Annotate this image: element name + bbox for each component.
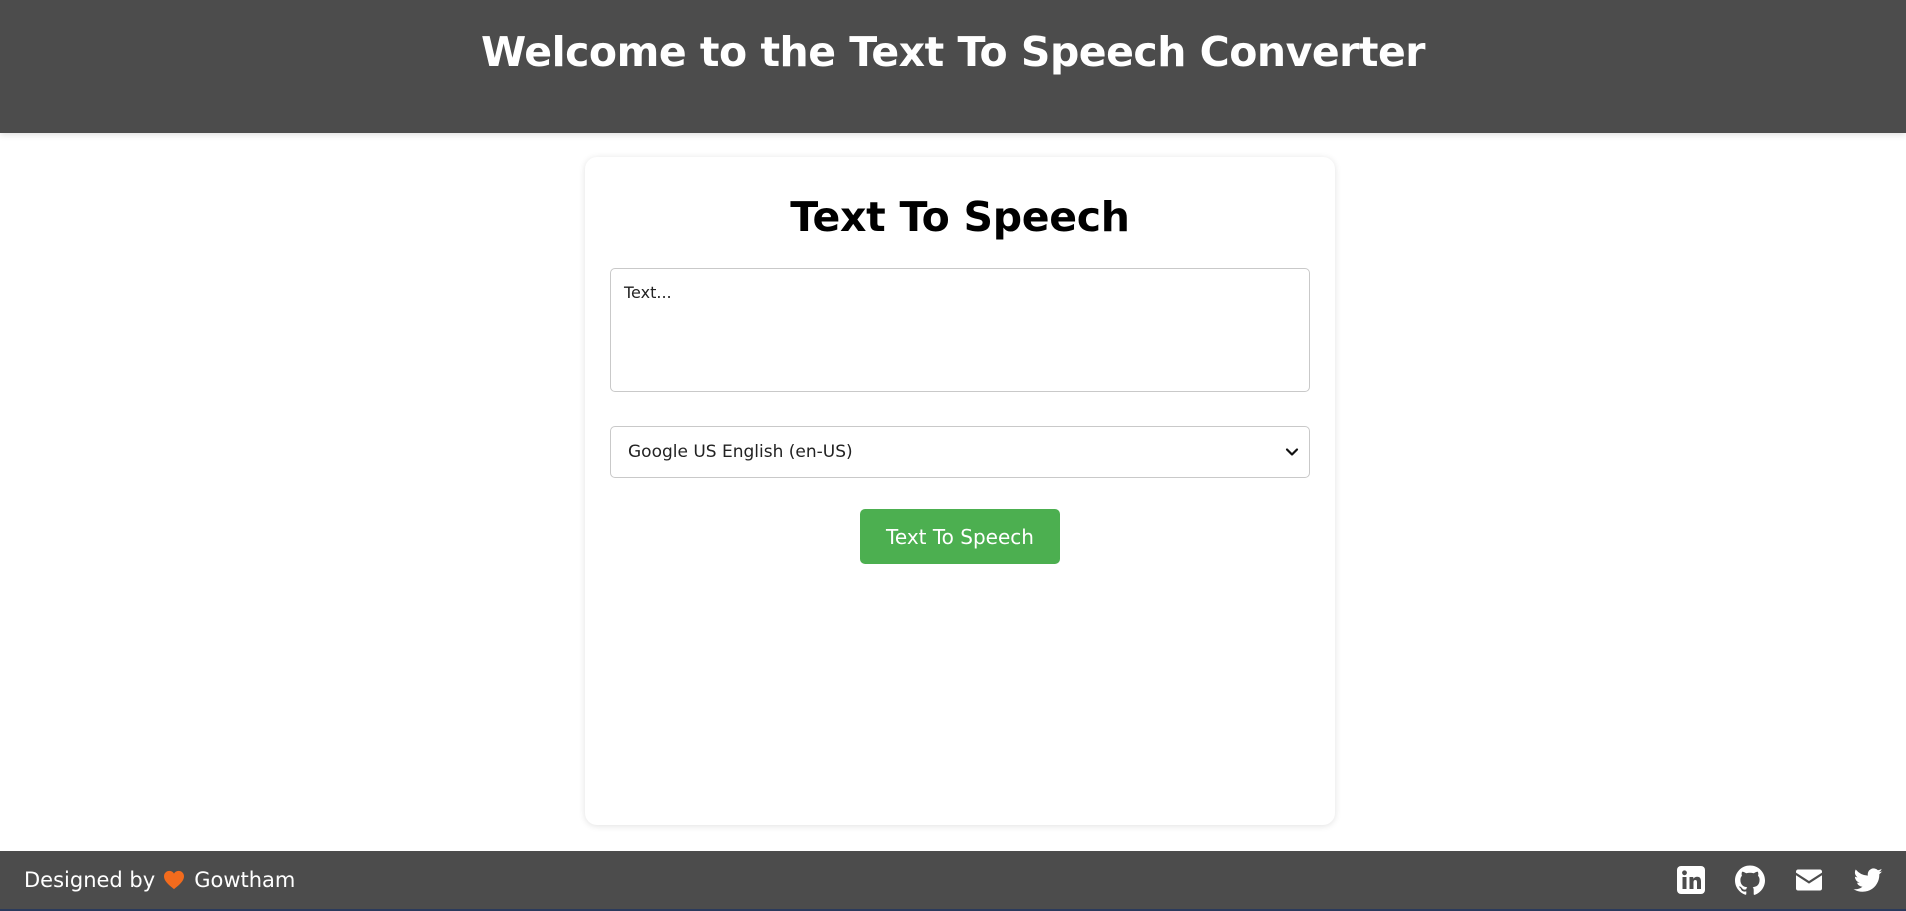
page-title: Welcome to the Text To Speech Converter	[481, 28, 1426, 76]
social-links	[1648, 864, 1884, 896]
github-icon[interactable]	[1734, 864, 1766, 896]
voice-select[interactable]: Google US English (en-US)	[610, 426, 1310, 478]
heart-icon	[164, 870, 185, 890]
page-header: Welcome to the Text To Speech Converter	[0, 0, 1906, 133]
credit-prefix: Designed by	[24, 868, 156, 892]
email-icon[interactable]	[1793, 864, 1825, 896]
voice-select-value: Google US English (en-US)	[628, 442, 853, 462]
designer-credit: Designed by Gowtham	[24, 851, 295, 909]
tts-card: Text To Speech Google US English (en-US)…	[585, 157, 1335, 825]
card-title: Text To Speech	[790, 193, 1130, 241]
text-to-speech-button[interactable]: Text To Speech	[860, 509, 1060, 564]
chevron-down-icon	[1285, 448, 1299, 456]
linkedin-icon[interactable]	[1675, 864, 1707, 896]
text-input[interactable]	[610, 268, 1310, 392]
page-footer: Designed by Gowtham	[0, 851, 1906, 911]
twitter-icon[interactable]	[1852, 864, 1884, 896]
credit-name: Gowtham	[194, 868, 296, 892]
